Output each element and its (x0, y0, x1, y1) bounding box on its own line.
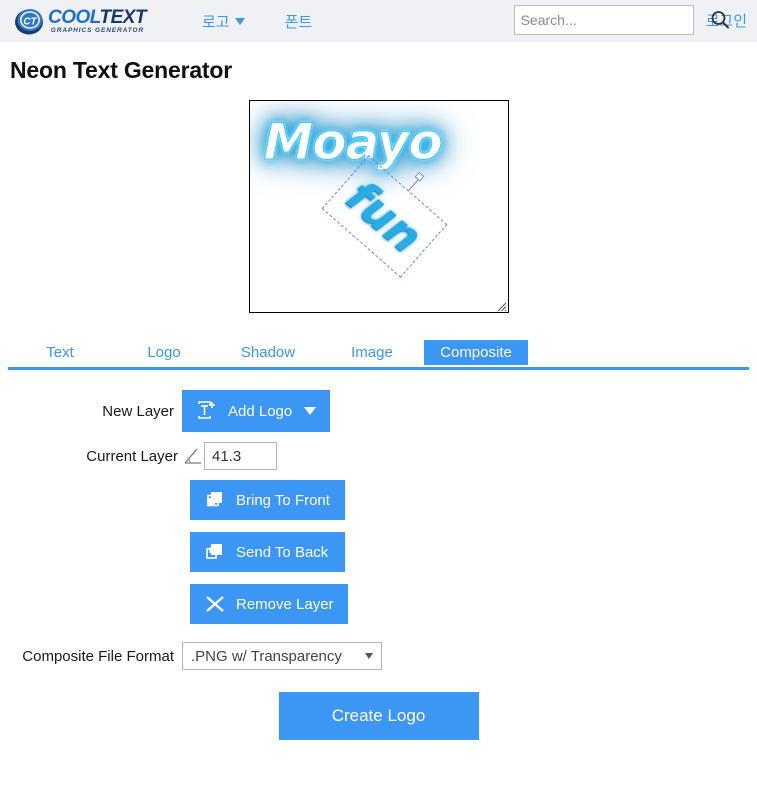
create-logo-label: Create Logo (331, 706, 426, 725)
brand-tagline: GRAPHICS GENERATOR (50, 26, 145, 34)
site-header: CT COOLTEXT GRAPHICS GENERATOR 로고 폰트 Sea… (0, 0, 757, 42)
brand-name-cool: COOL (48, 6, 100, 28)
rotate-handle-stem (406, 178, 419, 192)
tab-shadow-label: Shadow (240, 344, 296, 361)
svg-text:CT: CT (23, 17, 37, 28)
layer-angle-input[interactable] (204, 442, 277, 470)
file-format-select[interactable]: .PNG w/ Transparency (182, 642, 382, 670)
chevron-down-icon (304, 407, 317, 415)
tab-text[interactable]: Text (8, 340, 112, 365)
file-format-row: Composite File Format .PNG w/ Transparen… (0, 642, 757, 670)
send-to-back-icon (204, 541, 226, 563)
create-logo-row: Create Logo (0, 692, 757, 740)
neon-text-layer[interactable]: Moayo (263, 113, 443, 172)
search-icon[interactable] (708, 8, 732, 32)
preview-area: Moayo fun (0, 100, 757, 313)
header-right-group: 로그인 (513, 5, 747, 35)
brand-wordmark: COOLTEXT GRAPHICS GENERATOR (48, 6, 147, 35)
angle-icon (182, 445, 204, 467)
file-format-label: Composite File Format (22, 647, 174, 665)
tab-composite-label: Composite (440, 344, 512, 361)
brand-logo[interactable]: CT COOLTEXT GRAPHICS GENERATOR (14, 4, 174, 38)
nav-item-font[interactable]: 폰트 (285, 11, 313, 32)
tab-shadow[interactable]: Shadow (216, 340, 320, 365)
fun-text-layer[interactable]: fun (336, 170, 431, 262)
tab-composite[interactable]: Composite (424, 340, 528, 365)
search-box[interactable] (513, 5, 729, 35)
file-format-value: .PNG w/ Transparency (191, 647, 342, 665)
add-text-layer-icon (196, 400, 218, 422)
tab-image[interactable]: Image (320, 340, 424, 365)
bring-to-front-label: Bring To Front (236, 491, 330, 509)
bring-to-front-icon (204, 489, 226, 511)
tab-text-label: Text (46, 344, 74, 361)
new-layer-row: New Layer Add Logo (0, 390, 757, 432)
search-input[interactable] (514, 7, 708, 33)
page-title: Neon Text Generator (10, 57, 232, 83)
tab-logo[interactable]: Logo (112, 340, 216, 365)
new-layer-label: New Layer (102, 402, 174, 420)
nav-item-font-label: 폰트 (284, 13, 313, 31)
ct-circle-logo-icon: CT (14, 6, 46, 36)
add-logo-button[interactable]: Add Logo (182, 390, 331, 432)
logo-preview-canvas[interactable]: Moayo fun (248, 100, 509, 313)
current-layer-label: Current Layer (86, 447, 178, 465)
create-logo-button[interactable]: Create Logo (278, 692, 479, 740)
current-layer-label-group: Current Layer (0, 448, 182, 465)
current-layer-row: Current Layer (0, 442, 757, 470)
chevron-down-icon (234, 17, 245, 25)
close-x-icon (204, 593, 226, 615)
send-to-back-button[interactable]: Send To Back (190, 532, 345, 572)
tab-logo-label: Logo (147, 344, 181, 361)
nav-item-logo[interactable]: 로고 (202, 11, 245, 32)
composite-form: New Layer Add Logo Current Layer 41.3 Br… (0, 390, 757, 740)
selected-layer-bounding-box[interactable]: fun (321, 155, 447, 278)
remove-layer-button[interactable]: Remove Layer (190, 584, 348, 624)
nav-item-logo-label: 로고 (202, 13, 230, 31)
send-to-back-label: Send To Back (236, 543, 329, 561)
chevron-down-icon (365, 653, 373, 659)
tab-image-label: Image (351, 344, 393, 361)
tabs-underline (8, 367, 749, 370)
bring-to-front-button[interactable]: Bring To Front (190, 480, 345, 520)
main-nav: 로고 폰트 (202, 11, 312, 32)
resize-grip-icon[interactable] (495, 299, 507, 312)
brand-name-text: TEXT (99, 6, 147, 28)
remove-layer-label: Remove Layer (236, 595, 334, 613)
add-logo-label: Add Logo (228, 402, 293, 420)
editor-tabs: Text Logo Shadow Image Composite (0, 340, 757, 370)
